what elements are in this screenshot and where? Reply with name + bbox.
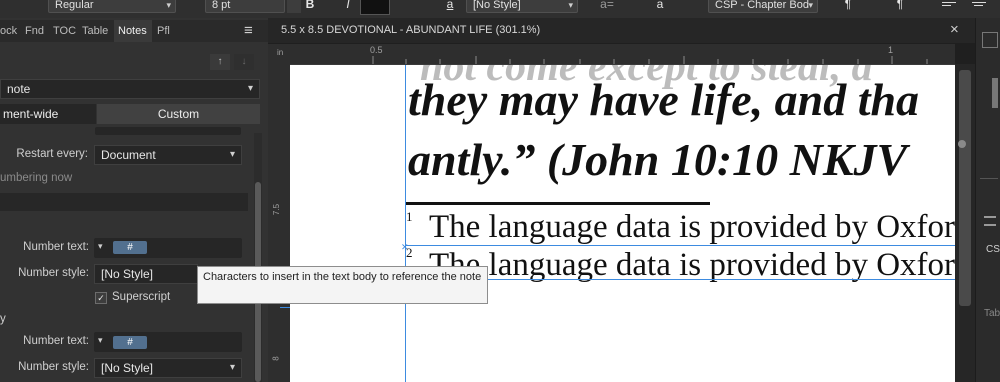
chevron-down-icon: ▾ (808, 0, 813, 10)
underline-icon[interactable]: a (440, 0, 460, 13)
ruler-marker (280, 307, 290, 308)
align-center-icon[interactable] (972, 2, 986, 10)
chevron-down-icon: ▾ (229, 362, 235, 373)
clear-style-icon[interactable]: a= (594, 0, 620, 13)
number-text-token: # (113, 241, 147, 254)
number-text-label: Number text: (23, 335, 89, 347)
restart-value: Document (101, 148, 156, 162)
scope-tab-document-wide[interactable]: ment-wide (0, 104, 96, 124)
panel-menu-icon[interactable]: ≡ (244, 20, 262, 42)
paragraph-style-dropdown[interactable]: CSP - Chapter Bod ▾ (708, 0, 818, 13)
move-down-icon[interactable]: ↓ (234, 54, 254, 70)
character-style-dropdown[interactable]: [No Style] ▾ (466, 0, 578, 13)
tab-find[interactable]: Fnd (25, 20, 47, 42)
text-line[interactable]: they may have life, and tha (408, 73, 919, 126)
text-line[interactable]: antly.” (John 10:10 NKJV (408, 133, 907, 186)
superscript-checkbox[interactable]: ✓ (95, 292, 107, 304)
footnote-number: 2 (406, 245, 413, 260)
tab-notes[interactable]: Notes (114, 20, 152, 42)
section-header[interactable] (0, 193, 248, 211)
scroll-dot-icon (958, 140, 966, 148)
number-style-value: [No Style] (101, 361, 154, 375)
partial-field[interactable] (95, 127, 241, 135)
ruler-label: 8 (271, 356, 281, 361)
close-icon[interactable]: × (950, 21, 959, 38)
section-label: y (0, 313, 6, 325)
number-style-dropdown[interactable]: [No Style] ▾ (94, 358, 242, 378)
tab-preflight[interactable]: Pfl (157, 20, 177, 42)
list-icon[interactable] (984, 216, 996, 226)
panel-icon[interactable] (982, 32, 998, 48)
right-studio-bar: CS Tab (975, 18, 1000, 382)
chevron-down-icon[interactable]: ▾ (98, 335, 103, 346)
font-size-stepper[interactable] (287, 0, 301, 13)
side-label[interactable]: Tab (984, 308, 1000, 319)
vertical-ruler: 7.5 8 (268, 64, 291, 382)
ruler-corner: in (268, 44, 290, 64)
paragraph-icon[interactable]: ¶ (890, 0, 910, 13)
restart-label: Restart every: (16, 148, 88, 160)
font-style-dropdown[interactable]: Regular ▾ (48, 0, 176, 13)
document-title: 5.5 x 8.5 DEVOTIONAL - ABUNDANT LIFE (30… (281, 24, 541, 36)
side-label[interactable]: CS (986, 244, 1000, 255)
ruler-label: 7.5 (272, 203, 282, 216)
chevron-down-icon: ▾ (166, 0, 171, 10)
chevron-down-icon[interactable]: ▾ (98, 241, 103, 252)
footnote-text[interactable]: The language data is provided by Oxford (429, 209, 955, 246)
horizontal-ruler: 0.5 1 (290, 44, 955, 65)
chevron-down-icon: ▾ (568, 0, 573, 10)
number-text-token: # (113, 336, 147, 349)
number-text-label: Number text: (23, 241, 89, 253)
numbering-now-link[interactable]: umbering now (0, 172, 120, 184)
number-style-label: Number style: (18, 361, 89, 373)
document-tab[interactable]: 5.5 x 8.5 DEVOTIONAL - ABUNDANT LIFE (30… (268, 18, 975, 43)
footnote-separator (406, 202, 710, 205)
document-scrollbar-thumb[interactable] (959, 70, 971, 306)
font-style-value: Regular (55, 0, 94, 11)
text-color-swatch[interactable] (360, 0, 390, 15)
note-type-value: note (7, 82, 31, 96)
footnote-number: 1 (406, 209, 413, 224)
frame-guide (406, 279, 955, 280)
chevron-down-icon: ▾ (247, 83, 253, 94)
number-style-value: [No Style] (101, 267, 154, 281)
number-style-dropdown[interactable]: [No Style] (94, 264, 198, 284)
document-page: not come except to steal, a they may hav… (290, 65, 955, 382)
scope-tab-custom[interactable]: Custom (97, 104, 260, 124)
note-type-dropdown[interactable]: note ▾ (0, 79, 260, 99)
ruler-unit: in (277, 48, 284, 57)
font-size-value: 8 pt (212, 0, 231, 11)
panel-tab-bar: ock Fnd TOC Table Notes Pfl ≡ (0, 20, 268, 42)
superscript-label: Superscript (112, 291, 171, 303)
ruler-ticks (372, 56, 928, 64)
move-up-icon[interactable]: ↑ (210, 54, 230, 70)
tab-toc[interactable]: TOC (53, 20, 79, 42)
frame-guide (406, 245, 955, 246)
text-style-icon[interactable]: a (650, 0, 670, 13)
align-left-icon[interactable] (942, 2, 956, 10)
ruler-label: 0.5 (370, 45, 383, 55)
tab-table[interactable]: Table (82, 20, 112, 42)
panel-icon[interactable] (992, 78, 998, 108)
ruler-label: 1 (888, 45, 894, 55)
character-style-value: [No Style] (473, 0, 521, 11)
chevron-down-icon: ▾ (229, 149, 235, 160)
number-style-label: Number style: (18, 267, 89, 279)
paragraph-style-value: CSP - Chapter Bod (715, 0, 809, 11)
restart-every-dropdown[interactable]: Document ▾ (94, 145, 242, 165)
bold-button[interactable]: B (300, 0, 320, 13)
tab-stock[interactable]: ock (0, 20, 22, 42)
font-size-field[interactable]: 8 pt (205, 0, 285, 13)
italic-button[interactable]: I (338, 0, 358, 13)
paragraph-icon[interactable]: ¶ (838, 0, 858, 13)
top-toolbar: Regular ▾ 8 pt B I a [No Style] ▾ a= a C… (0, 0, 1000, 19)
divider (980, 178, 998, 179)
tooltip: Characters to insert in the text body to… (197, 266, 488, 304)
